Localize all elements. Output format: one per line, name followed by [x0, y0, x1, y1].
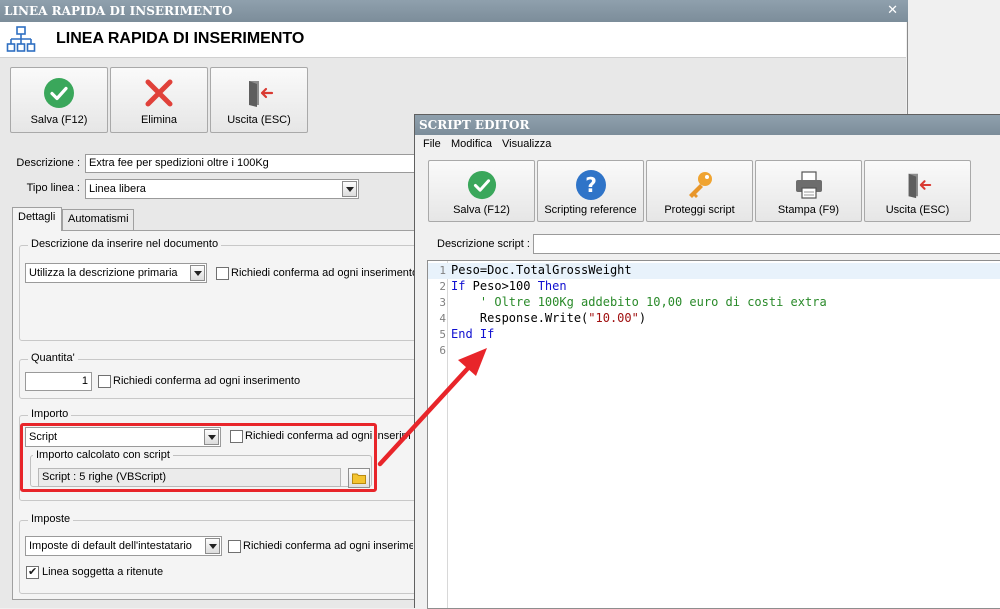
descrizione-mode-select[interactable]: Utilizza la descrizione primaria: [25, 263, 207, 283]
main-titlebar-text: LINEA RAPIDA DI INSERIMENTO: [4, 4, 233, 18]
check-icon: [467, 170, 496, 200]
exit-button-label: Uscita (ESC): [227, 114, 291, 126]
group-imposte: Imposte: [19, 513, 417, 594]
code-editor[interactable]: 1 Peso=Doc.TotalGrossWeight 2 If Peso>10…: [427, 260, 1000, 609]
menu-modifica[interactable]: Modifica: [451, 138, 492, 150]
exit-door-icon: [249, 81, 274, 107]
tab-dettagli[interactable]: Dettagli: [12, 207, 62, 231]
exit-door-icon: [908, 173, 931, 199]
code-text: Peso>100: [465, 279, 538, 293]
descrizione-field[interactable]: Extra fee per spedizioni oltre i 100Kg: [85, 154, 415, 173]
delete-button[interactable]: Elimina: [110, 67, 208, 133]
menu-file[interactable]: File: [423, 138, 441, 150]
tipo-linea-value: Linea libera: [89, 183, 146, 195]
group-descrizione: Descrizione da inserire nel documento: [19, 238, 417, 341]
group-imposte-title: Imposte: [28, 513, 74, 525]
save-button[interactable]: Salva (F12): [10, 67, 108, 133]
group-importo-title: Importo: [28, 408, 72, 420]
check-icon: [44, 78, 74, 108]
help-icon: ?: [575, 170, 606, 200]
quantita-confirm-label: Richiedi conferma ad ogni inserimento: [113, 375, 301, 387]
script-save-label: Salva (F12): [453, 204, 510, 216]
code-text: ): [638, 311, 647, 325]
imposte-mode-select[interactable]: Imposte di default dell'intestatario: [25, 536, 222, 556]
quantita-field[interactable]: 1: [25, 372, 92, 391]
code-keyword: End If: [451, 327, 495, 341]
chevron-down-icon[interactable]: [190, 265, 205, 281]
imposte-confirm-checkbox[interactable]: [228, 540, 241, 553]
print-label: Stampa (F9): [777, 204, 840, 216]
code-comment: ' Oltre 100Kg addebito 10,00 euro di cos…: [451, 295, 827, 309]
printer-icon: [795, 171, 822, 199]
script-descrizione-label: Descrizione script :: [437, 238, 530, 250]
code-line: 1 Peso=Doc.TotalGrossWeight: [428, 263, 1000, 279]
chevron-down-icon[interactable]: [342, 181, 357, 197]
ritenute-label: Linea soggetta a ritenute: [42, 566, 164, 578]
imposte-confirm-label: Richiedi conferma ad ogni inserimento: [243, 540, 413, 552]
protect-script-label: Proteggi script: [664, 204, 735, 216]
key-icon: [688, 172, 712, 198]
line-number: 5: [439, 328, 446, 341]
exit-button[interactable]: Uscita (ESC): [210, 67, 308, 133]
script-exit-label: Uscita (ESC): [885, 204, 950, 216]
line-number: 3: [439, 296, 446, 309]
save-button-label: Salva (F12): [30, 114, 88, 126]
delete-button-label: Elimina: [140, 114, 178, 126]
code-text: Peso=Doc.TotalGrossWeight: [451, 263, 632, 277]
code-line: 6: [428, 343, 1000, 359]
menu-visualizza[interactable]: Visualizza: [502, 138, 551, 150]
scripting-reference-label: Scripting reference: [544, 204, 637, 216]
menubar: File Modifica Visualizza: [415, 135, 1000, 155]
code-line: 3 ' Oltre 100Kg addebito 10,00 euro di c…: [428, 295, 1000, 311]
tab-automatismi[interactable]: Automatismi: [62, 209, 134, 230]
script-descrizione-field[interactable]: [533, 234, 1000, 254]
line-number: 6: [439, 344, 446, 357]
script-editor-window: SCRIPT EDITOR File Modifica Visualizza S…: [414, 114, 1000, 609]
descrizione-mode-value: Utilizza la descrizione primaria: [29, 267, 178, 279]
descrizione-label: Descrizione :: [16, 157, 80, 169]
delete-x-icon: [145, 79, 173, 107]
quantita-confirm-checkbox[interactable]: [98, 375, 111, 388]
descrizione-confirm-label: Richiedi conferma ad ogni inserimento: [231, 267, 419, 279]
code-line: 5 End If: [428, 327, 1000, 343]
group-descrizione-title: Descrizione da inserire nel documento: [28, 238, 222, 250]
protect-script-button[interactable]: Proteggi script: [646, 160, 753, 222]
main-header: LINEA RAPIDA DI INSERIMENTO: [0, 22, 906, 58]
ritenute-checkbox[interactable]: [26, 565, 39, 579]
script-exit-button[interactable]: Uscita (ESC): [864, 160, 971, 222]
print-button[interactable]: Stampa (F9): [755, 160, 862, 222]
code-keyword: Then: [537, 279, 567, 293]
line-number: 4: [439, 312, 446, 325]
scripting-reference-button[interactable]: ? Scripting reference: [537, 160, 644, 222]
group-quantita-title: Quantita': [28, 352, 78, 364]
line-number: 2: [439, 280, 446, 293]
code-keyword: If: [451, 279, 466, 293]
main-titlebar: LINEA RAPIDA DI INSERIMENTO ✕: [0, 0, 908, 22]
highlight-box: [20, 423, 377, 492]
page-title: LINEA RAPIDA DI INSERIMENTO: [56, 30, 305, 47]
close-icon[interactable]: ✕: [887, 3, 898, 18]
svg-text:?: ?: [585, 173, 597, 197]
code-line: 4 Response.Write("10.00"): [428, 311, 1000, 327]
network-icon: [6, 26, 36, 52]
descrizione-confirm-checkbox[interactable]: [216, 267, 229, 280]
code-line: 2 If Peso>100 Then: [428, 279, 1000, 295]
chevron-down-icon[interactable]: [205, 538, 220, 554]
line-number: 1: [439, 264, 446, 277]
tipo-linea-select[interactable]: Linea libera: [85, 179, 359, 199]
code-string: "10.00": [588, 311, 639, 325]
script-save-button[interactable]: Salva (F12): [428, 160, 535, 222]
script-editor-titlebar: SCRIPT EDITOR: [415, 115, 1000, 135]
imposte-mode-value: Imposte di default dell'intestatario: [29, 540, 192, 552]
code-text: Response.Write(: [451, 311, 589, 325]
tipo-linea-label: Tipo linea :: [26, 182, 80, 194]
